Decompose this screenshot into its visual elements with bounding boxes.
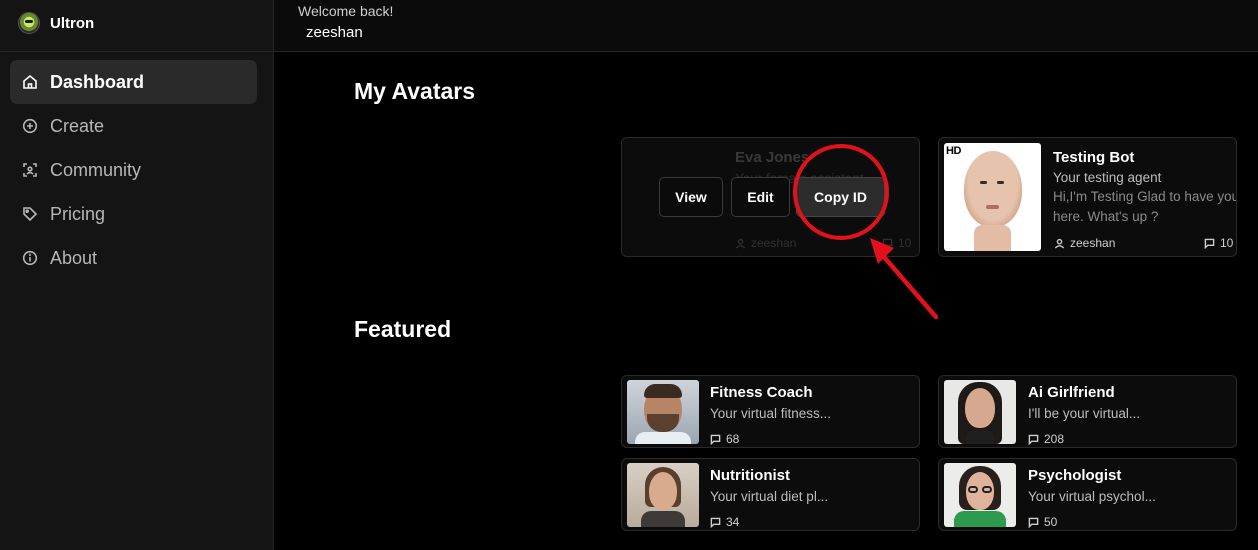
sidebar-item-pricing[interactable]: Pricing bbox=[10, 192, 257, 236]
user-icon bbox=[1054, 238, 1065, 249]
card-message-count: 50 bbox=[1028, 515, 1057, 529]
card-description: Your virtual fitness... bbox=[710, 406, 832, 421]
brand-name: Ultron bbox=[50, 14, 95, 32]
chat-icon bbox=[1204, 238, 1215, 249]
card-title: Fitness Coach bbox=[710, 384, 813, 401]
avatar-card-testing-bot[interactable]: HD Testing Bot Your testing agent Hi,I'm… bbox=[938, 137, 1237, 257]
avatar-thumbnail bbox=[944, 463, 1016, 527]
username: zeeshan bbox=[306, 24, 363, 41]
sidebar: Ultron Dashboard Create Community Pricin bbox=[0, 0, 274, 550]
welcome-text: Welcome back! bbox=[298, 3, 394, 19]
avatar-thumbnail bbox=[627, 463, 699, 527]
tag-icon bbox=[22, 206, 38, 222]
chat-icon bbox=[710, 434, 721, 445]
annotation-circle bbox=[793, 144, 889, 240]
chat-icon bbox=[1028, 434, 1039, 445]
my-avatars-title: My Avatars bbox=[354, 78, 476, 104]
card-title: Ai Girlfriend bbox=[1028, 384, 1115, 401]
card-title: Psychologist bbox=[1028, 467, 1122, 484]
card-message-count: 34 bbox=[710, 515, 739, 529]
card-title: Testing Bot bbox=[1053, 149, 1135, 166]
sidebar-item-about[interactable]: About bbox=[10, 236, 257, 280]
sidebar-item-create[interactable]: Create bbox=[10, 104, 257, 148]
card-description: I'll be your virtual... bbox=[1028, 406, 1141, 421]
hd-badge: HD bbox=[946, 145, 961, 157]
card-description: Your virtual diet pl... bbox=[710, 489, 829, 504]
card-greeting: Hi,I'm Testing Glad to have you here. Wh… bbox=[1053, 189, 1237, 224]
featured-card-ai-girlfriend[interactable]: Ai Girlfriend I'll be your virtual... 20… bbox=[938, 375, 1237, 448]
avatar-thumbnail bbox=[627, 380, 699, 444]
avatar-thumbnail: HD bbox=[944, 143, 1041, 251]
sidebar-divider bbox=[0, 51, 274, 52]
featured-title: Featured bbox=[354, 316, 452, 342]
sidebar-item-label: Community bbox=[50, 159, 142, 180]
card-message-count: 208 bbox=[1028, 432, 1064, 446]
card-message-count: 10 bbox=[1204, 236, 1233, 250]
featured-card-nutritionist[interactable]: Nutritionist Your virtual diet pl... 34 bbox=[621, 458, 920, 531]
card-description: Your testing agent bbox=[1053, 170, 1162, 185]
card-author: zeeshan bbox=[735, 236, 796, 250]
sidebar-item-label: About bbox=[50, 247, 98, 268]
ultron-logo-icon bbox=[18, 12, 40, 34]
card-title: Nutritionist bbox=[710, 467, 790, 484]
card-description: Your virtual psychol... bbox=[1028, 489, 1156, 504]
scan-face-icon bbox=[22, 162, 38, 178]
top-header: Welcome back! zeeshan bbox=[274, 0, 1258, 52]
info-icon bbox=[22, 250, 38, 266]
sidebar-item-dashboard[interactable]: Dashboard bbox=[10, 60, 257, 104]
sidebar-nav: Dashboard Create Community Pricing About bbox=[10, 60, 257, 280]
user-icon bbox=[735, 238, 746, 249]
home-icon bbox=[22, 74, 38, 90]
annotation-arrow-icon bbox=[870, 238, 939, 320]
sidebar-item-community[interactable]: Community bbox=[10, 148, 257, 192]
plus-circle-icon bbox=[22, 118, 38, 134]
sidebar-item-label: Dashboard bbox=[50, 71, 145, 92]
chat-icon bbox=[1028, 517, 1039, 528]
brand[interactable]: Ultron bbox=[18, 11, 94, 35]
card-title: Eva Jones bbox=[735, 149, 810, 166]
view-button[interactable]: View bbox=[659, 177, 723, 217]
avatar-thumbnail bbox=[944, 380, 1016, 444]
edit-button[interactable]: Edit bbox=[731, 177, 790, 217]
sidebar-item-label: Create bbox=[50, 115, 105, 136]
card-author: zeeshan bbox=[1054, 236, 1115, 250]
card-message-count: 68 bbox=[710, 432, 739, 446]
featured-card-psychologist[interactable]: Psychologist Your virtual psychol... 50 bbox=[938, 458, 1237, 531]
sidebar-item-label: Pricing bbox=[50, 203, 106, 224]
featured-card-fitness-coach[interactable]: Fitness Coach Your virtual fitness... 68 bbox=[621, 375, 920, 448]
chat-icon bbox=[710, 517, 721, 528]
